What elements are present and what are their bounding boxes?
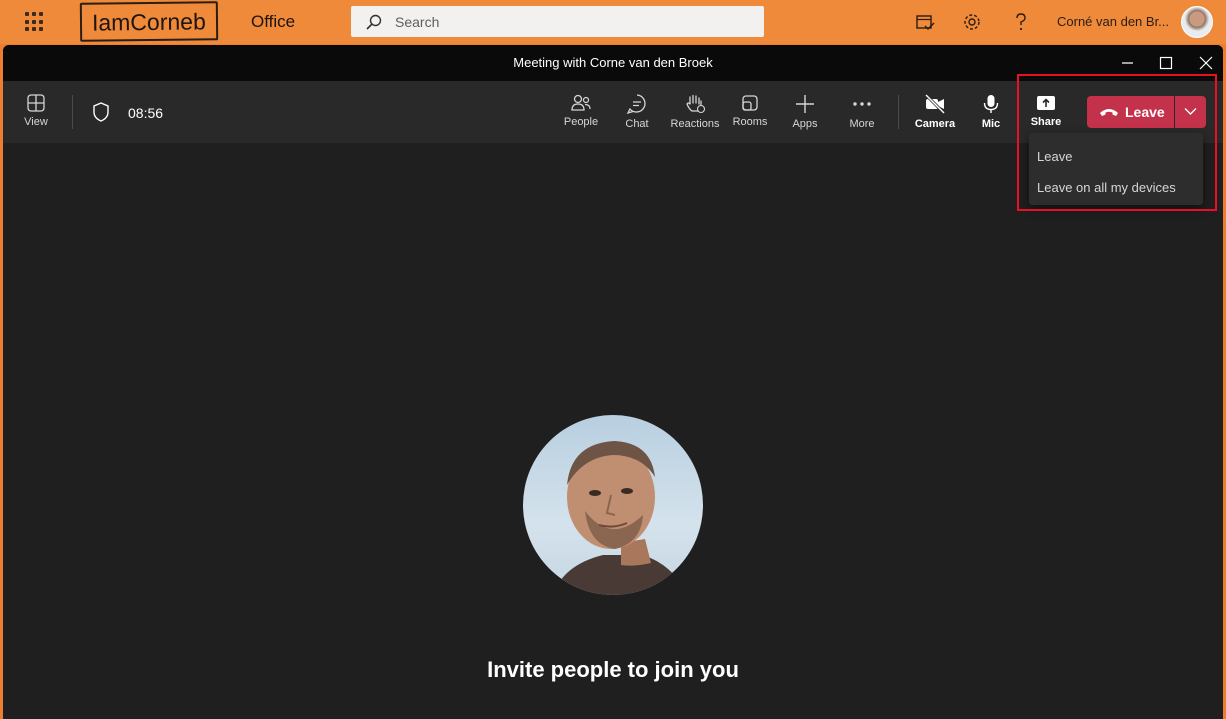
calendar-check-icon[interactable]	[914, 11, 936, 33]
mic-label: Mic	[981, 118, 1001, 130]
meeting-window: Meeting with Corne van den Broek View 08…	[3, 45, 1223, 719]
plus-icon	[796, 95, 814, 113]
view-label: View	[24, 116, 48, 128]
chat-label: Chat	[625, 118, 649, 130]
more-ellipsis-icon	[853, 102, 871, 106]
office-header: IamCorneb Office Search Corné van den Br…	[0, 0, 1226, 44]
mic-button[interactable]: Mic	[977, 81, 1005, 143]
rooms-label: Rooms	[732, 116, 768, 128]
breakout-rooms-icon	[742, 95, 758, 111]
org-logo[interactable]: IamCorneb	[79, 1, 219, 42]
microphone-icon	[983, 95, 999, 113]
people-button[interactable]: People	[561, 81, 601, 143]
search-icon	[366, 14, 382, 30]
shield-icon[interactable]	[91, 101, 111, 123]
participant-photo	[553, 441, 688, 595]
user-avatar[interactable]	[1181, 6, 1213, 38]
view-button[interactable]: View	[17, 81, 55, 143]
apps-label: Apps	[792, 118, 818, 130]
people-label: People	[563, 116, 599, 128]
invite-prompt: Invite people to join you	[487, 657, 739, 682]
toolbar-divider	[898, 95, 899, 129]
raise-hand-icon	[686, 94, 706, 114]
meeting-timer: 08:56	[128, 105, 164, 121]
search-placeholder: Search	[395, 14, 440, 30]
search-input[interactable]: Search	[351, 6, 764, 37]
more-button[interactable]: More	[845, 81, 879, 143]
chat-button[interactable]: Chat	[620, 81, 654, 143]
close-icon[interactable]	[1197, 54, 1215, 72]
reactions-label: Reactions	[670, 118, 720, 130]
office-app-label[interactable]: Office	[251, 12, 295, 32]
user-name[interactable]: Corné van den Br...	[1057, 14, 1169, 29]
minimize-icon[interactable]	[1119, 54, 1137, 72]
app-launcher-icon[interactable]	[22, 10, 46, 34]
camera-button[interactable]: Camera	[914, 81, 956, 143]
reactions-button[interactable]: Reactions	[667, 81, 723, 143]
toolbar-divider	[72, 95, 73, 129]
help-icon[interactable]	[1010, 11, 1032, 33]
settings-gear-icon[interactable]	[961, 11, 983, 33]
participant-avatar	[523, 415, 703, 595]
people-icon	[571, 94, 591, 111]
more-label: More	[849, 118, 875, 130]
meeting-title: Meeting with Corne van den Broek	[513, 55, 713, 70]
camera-label: Camera	[914, 118, 956, 130]
annotation-highlight-box	[1017, 74, 1217, 211]
camera-off-icon	[924, 93, 946, 115]
maximize-icon[interactable]	[1157, 54, 1175, 72]
chat-icon	[626, 94, 646, 115]
apps-button[interactable]: Apps	[789, 81, 821, 143]
grid-view-icon	[27, 94, 45, 112]
rooms-button[interactable]: Rooms	[731, 81, 769, 143]
